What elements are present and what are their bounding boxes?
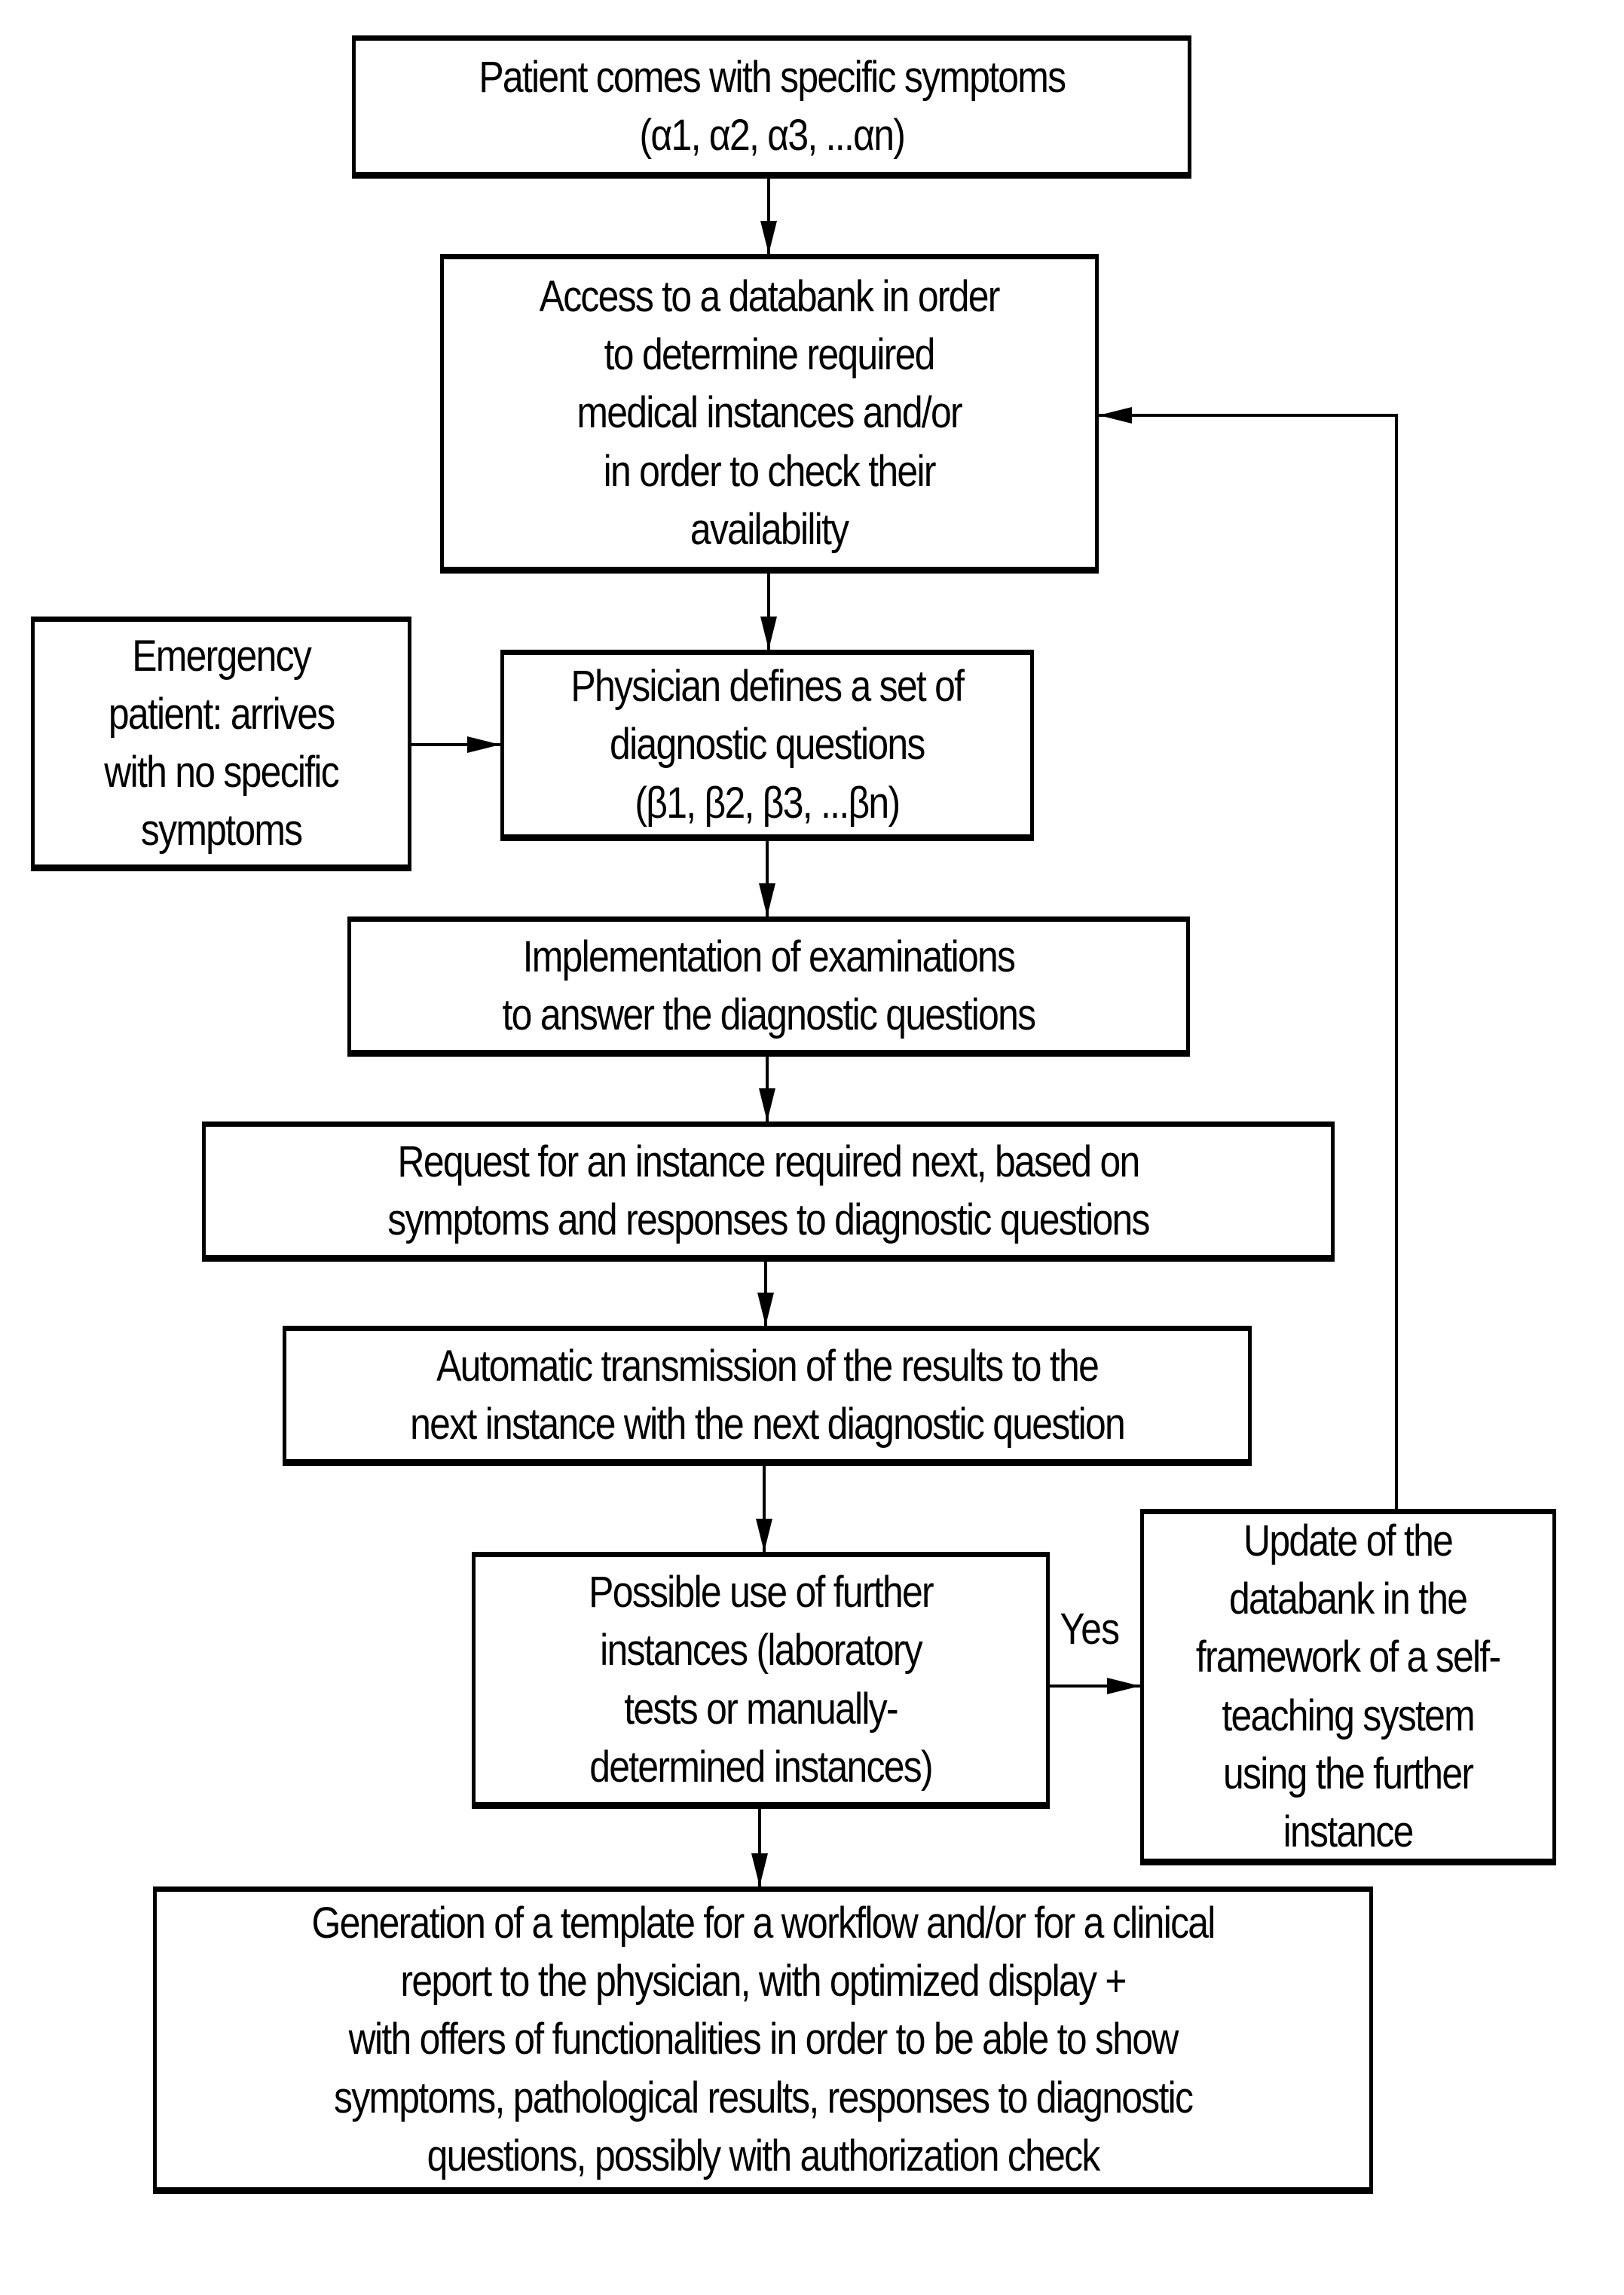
edge-transmission-further-arrowhead-icon bbox=[756, 1519, 772, 1552]
node-request-text: Request for an instance required next, b… bbox=[387, 1137, 1150, 1244]
node-implementation: Implementation of examinations to answer… bbox=[347, 916, 1190, 1057]
node-transmission: Automatic transmission of the results to… bbox=[283, 1326, 1252, 1466]
node-generation: Generation of a template for a workflow … bbox=[153, 1886, 1373, 2194]
node-physician-text: Physician defines a set of diagnostic qu… bbox=[570, 662, 965, 828]
node-transmission-text: Automatic transmission of the results to… bbox=[410, 1341, 1126, 1449]
node-emergency-text: Emergency patient: arrives with no speci… bbox=[104, 631, 339, 855]
node-emergency: Emergency patient: arrives with no speci… bbox=[31, 617, 411, 871]
node-databank-text: Access to a databank in order to determi… bbox=[539, 272, 1001, 554]
edge-databank-physician-arrowhead-icon bbox=[760, 617, 777, 650]
edge-update-databank-arrowhead-icon bbox=[1099, 407, 1132, 424]
edge-further-update-arrowhead-icon bbox=[1107, 1678, 1140, 1694]
node-update-text: Update of the databank in the framework … bbox=[1196, 1516, 1501, 1856]
edge-implementation-request-arrowhead-icon bbox=[759, 1088, 775, 1121]
edge-label-yes: Yes bbox=[1060, 1605, 1120, 1654]
node-request: Request for an instance required next, b… bbox=[202, 1121, 1335, 1262]
node-further: Possible use of further instances (labor… bbox=[472, 1552, 1050, 1809]
node-implementation-text: Implementation of examinations to answer… bbox=[502, 932, 1037, 1039]
node-update: Update of the databank in the framework … bbox=[1140, 1509, 1556, 1865]
node-further-text: Possible use of further instances (labor… bbox=[589, 1568, 934, 1792]
node-patient-text: Patient comes with specific symptoms (α1… bbox=[478, 52, 1066, 160]
node-generation-text: Generation of a template for a workflow … bbox=[311, 1899, 1216, 2180]
edge-physician-implementation-arrowhead-icon bbox=[759, 883, 775, 916]
node-patient: Patient comes with specific symptoms (α1… bbox=[352, 35, 1191, 179]
edge-patient-databank-arrowhead-icon bbox=[760, 221, 777, 254]
edge-further-generation-arrowhead-icon bbox=[751, 1853, 768, 1886]
node-databank: Access to a databank in order to determi… bbox=[440, 254, 1099, 574]
node-physician: Physician defines a set of diagnostic qu… bbox=[500, 650, 1034, 841]
edge-request-transmission-arrowhead-icon bbox=[757, 1293, 774, 1326]
edge-emergency-physician-arrowhead-icon bbox=[467, 736, 500, 753]
